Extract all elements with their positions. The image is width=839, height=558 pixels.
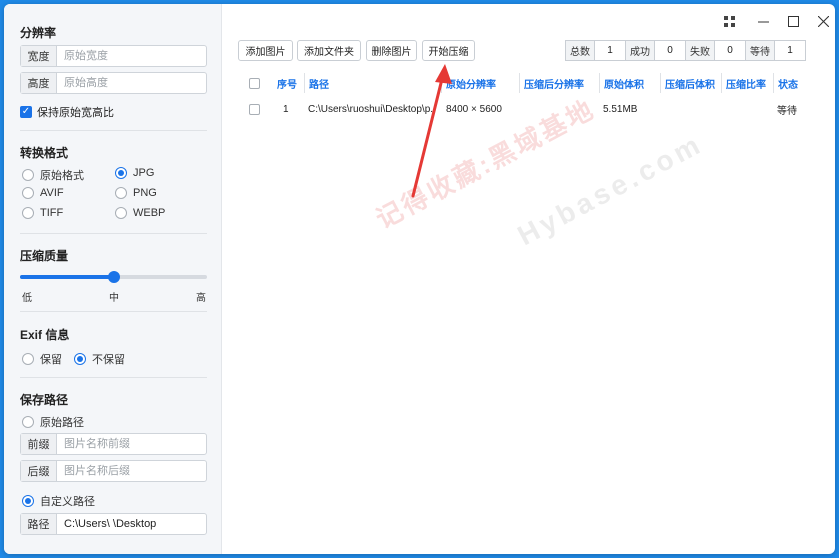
width-label: 宽度 [21,46,57,66]
format-png-label: PNG [133,187,157,199]
format-jpg-label: JPG [133,167,155,179]
format-tiff-radio[interactable]: TIFF [22,207,63,219]
divider [20,377,207,378]
height-label: 高度 [21,73,57,93]
quality-mid-label: 中 [109,293,119,304]
suffix-label: 后缀 [21,461,57,481]
radio-on-icon [115,167,127,179]
radio-on-icon [74,353,86,365]
height-input[interactable] [57,73,206,93]
format-original-radio[interactable]: 原始格式 [22,167,84,183]
app-window: 分辨率 宽度 高度 ✓ 保持原始宽高比 转换格式 原始格式 JPG AVIF [4,4,835,554]
width-input[interactable] [57,46,206,66]
quality-low-label: 低 [22,293,32,304]
format-avif-label: AVIF [40,187,64,199]
format-avif-radio[interactable]: AVIF [22,187,64,199]
exif-keep-radio[interactable]: 保留 [22,351,62,367]
prefix-field: 前缀 [20,433,207,455]
exif-discard-radio[interactable]: 不保留 [74,351,125,367]
keep-ratio-checkbox[interactable]: ✓ 保持原始宽高比 [20,104,114,120]
height-field: 高度 [20,72,207,94]
format-webp-label: WEBP [133,207,166,219]
radio-off-icon [22,187,34,199]
quality-slider-fill [20,275,114,279]
format-png-radio[interactable]: PNG [115,187,157,199]
radio-off-icon [22,353,34,365]
radio-off-icon [22,207,34,219]
original-path-label: 原始路径 [40,417,84,429]
annotation-arrow [411,64,452,198]
radio-off-icon [115,187,127,199]
path-input[interactable] [57,514,206,534]
format-jpg-radio[interactable]: JPG [115,167,154,179]
exif-title: Exif 信息 [20,328,70,342]
format-title: 转换格式 [20,146,69,160]
exif-keep-label: 保留 [40,354,62,366]
radio-off-icon [22,416,34,428]
quality-title: 压缩质量 [20,249,69,263]
settings-sidebar: 分辨率 宽度 高度 ✓ 保持原始宽高比 转换格式 原始格式 JPG AVIF [4,4,222,554]
format-original-label: 原始格式 [40,170,84,182]
divider [20,233,207,234]
width-field: 宽度 [20,45,207,67]
divider [20,311,207,312]
keep-ratio-label: 保持原始宽高比 [37,107,114,119]
radio-off-icon [115,207,127,219]
divider [20,130,207,131]
quality-slider-thumb[interactable] [107,271,120,283]
check-icon: ✓ [20,106,32,118]
quality-slider[interactable] [20,271,207,283]
format-tiff-label: TIFF [40,207,64,219]
original-path-radio[interactable]: 原始路径 [22,414,84,430]
suffix-field: 后缀 [20,460,207,482]
main-panel: 添加图片 添加文件夹 删除图片 开始压缩 总数 1 成功 0 失败 0 等待 1… [223,4,835,554]
exif-discard-label: 不保留 [92,354,125,366]
radio-on-icon [22,495,34,507]
prefix-label: 前缀 [21,434,57,454]
format-webp-radio[interactable]: WEBP [115,207,165,219]
path-label: 路径 [21,514,57,534]
prefix-input[interactable] [57,434,206,454]
path-field: 路径 [20,513,207,535]
radio-off-icon [22,169,34,181]
save-title: 保存路径 [20,393,69,407]
custom-path-radio[interactable]: 自定义路径 [22,493,95,509]
custom-path-label: 自定义路径 [40,496,95,508]
resolution-title: 分辨率 [20,26,57,40]
suffix-input[interactable] [57,461,206,481]
quality-high-label: 高 [196,293,206,304]
